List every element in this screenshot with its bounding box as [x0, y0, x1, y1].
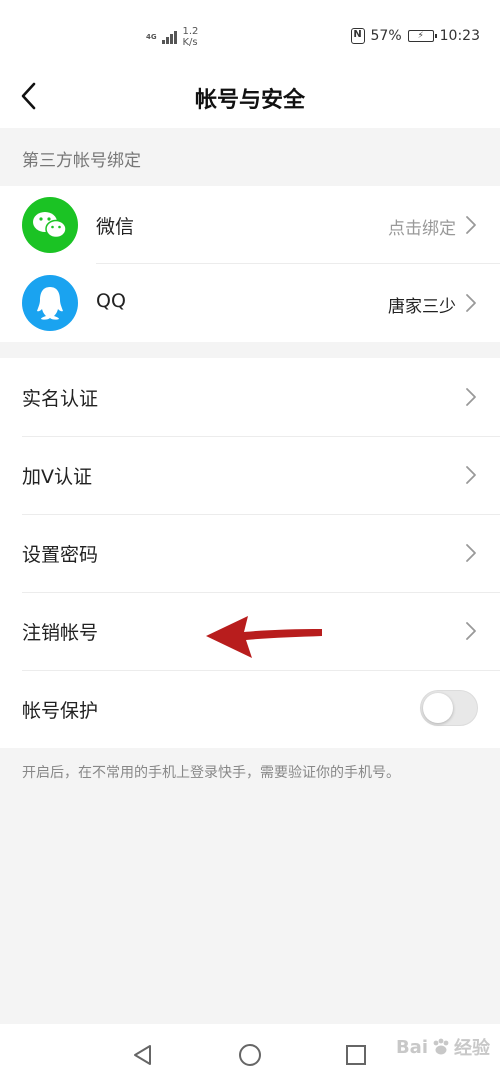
status-right: N 57% ⚡ 10:23 — [350, 26, 480, 46]
row-label-v-verification: 加V认证 — [22, 466, 92, 488]
circle-home-icon — [239, 1044, 261, 1066]
wechat-icon — [22, 197, 78, 253]
row-real-name-verification[interactable]: 实名认证 — [0, 358, 500, 436]
nav-home-button[interactable] — [233, 1038, 267, 1072]
watermark-suffix: 经验 — [454, 1038, 490, 1059]
protection-hint: 开启后，在不常用的手机上登录快手，需要验证你的手机号。 — [22, 765, 400, 781]
paw-icon — [433, 1038, 449, 1055]
watermark: Bai 经验 — [396, 1034, 490, 1060]
row-label-cancel-account: 注销帐号 — [22, 622, 99, 644]
network-indicator: 4G 1.2 K/s — [146, 24, 198, 50]
row-qq[interactable]: QQ 唐家三少 — [0, 264, 500, 342]
row-wechat[interactable]: 微信 点击绑定 — [0, 186, 500, 264]
chevron-right-icon — [466, 544, 476, 562]
row-label-wechat: 微信 — [96, 216, 135, 238]
row-label-set-password: 设置密码 — [22, 544, 99, 566]
signal-icon — [162, 30, 177, 44]
red-arrow-icon — [206, 616, 322, 658]
chevron-right-icon — [466, 622, 476, 640]
square-recents-icon — [346, 1045, 366, 1065]
network-speed: 1.2 K/s — [183, 26, 199, 48]
row-v-verification[interactable]: 加V认证 — [0, 436, 500, 514]
settings-group: 实名认证 加V认证 设置密码 注销帐号 帐号保护 — [0, 358, 500, 748]
page-title: 帐号与安全 — [194, 88, 305, 113]
row-label-real-name: 实名认证 — [22, 388, 99, 410]
row-account-protection: 帐号保护 — [0, 670, 500, 748]
nav-back-button[interactable] — [126, 1038, 160, 1072]
speed-unit: K/s — [182, 37, 198, 48]
speed-value: 1.2 — [182, 26, 199, 37]
status-bar: 4G 1.2 K/s N 57% ⚡ 10:23 — [0, 0, 500, 64]
row-value-qq: 唐家三少 — [388, 297, 456, 317]
nav-recents-button[interactable] — [339, 1038, 373, 1072]
toggle-knob — [423, 693, 453, 723]
triangle-back-icon — [134, 1045, 151, 1065]
chevron-right-icon — [466, 216, 476, 234]
watermark-text: Bai — [395, 1036, 428, 1058]
row-value-wechat: 点击绑定 — [388, 219, 456, 239]
third-party-group: 微信 点击绑定 QQ 唐家三少 — [0, 186, 500, 342]
chevron-right-icon — [466, 388, 476, 406]
row-set-password[interactable]: 设置密码 — [0, 514, 500, 592]
qq-icon — [22, 275, 78, 331]
chevron-right-icon — [466, 294, 476, 312]
network-type: 4G — [146, 33, 157, 41]
page-header: 帐号与安全 — [0, 64, 500, 128]
chevron-right-icon — [466, 466, 476, 484]
account-protection-toggle[interactable] — [420, 690, 478, 726]
battery-percent: 57% — [370, 28, 402, 44]
row-label-account-protection: 帐号保护 — [22, 700, 99, 722]
section-label-third-party: 第三方帐号绑定 — [22, 151, 141, 171]
row-label-qq: QQ — [96, 290, 126, 312]
clock: 10:23 — [439, 28, 480, 44]
battery-icon: ⚡ — [407, 30, 437, 42]
nfc-icon: N — [350, 28, 365, 44]
